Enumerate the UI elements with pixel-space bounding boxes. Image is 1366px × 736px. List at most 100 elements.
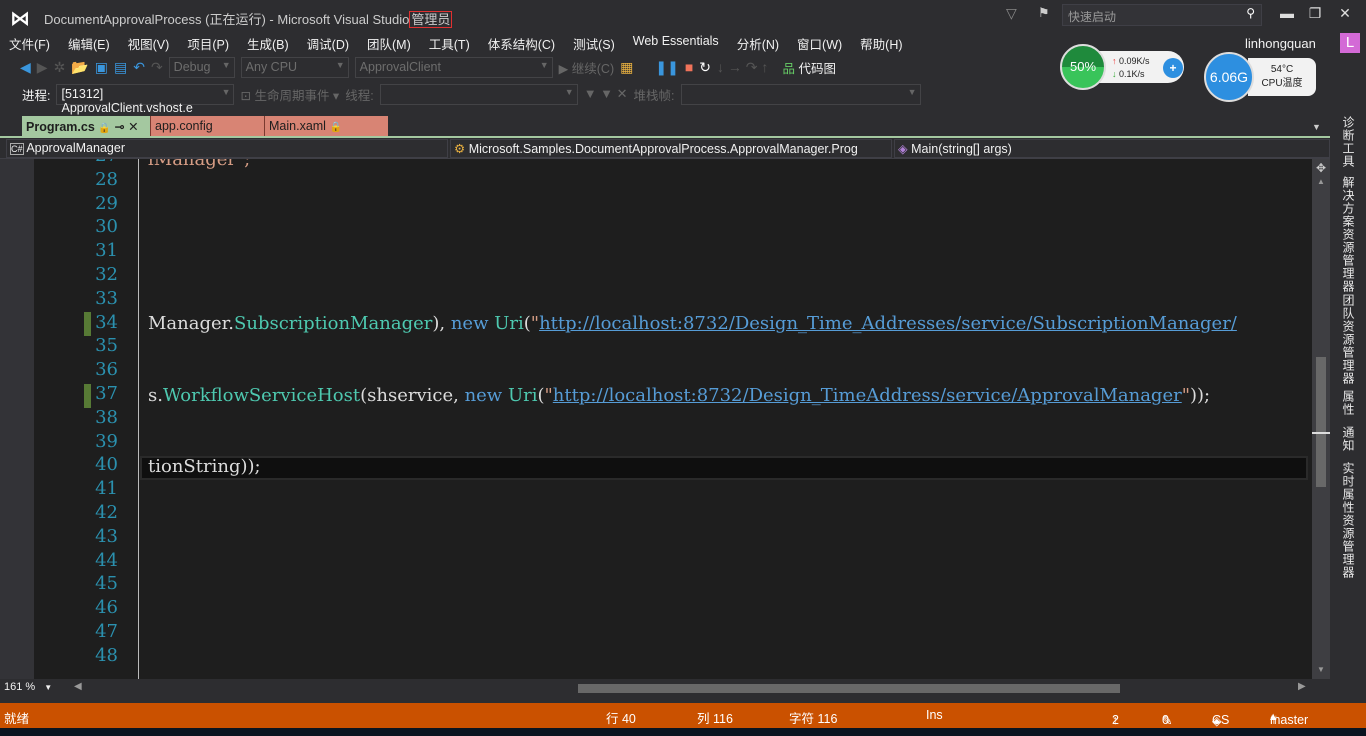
minimize-button[interactable]: ▬ bbox=[1276, 5, 1298, 21]
line-number: 32 bbox=[95, 264, 118, 285]
vertical-scrollbar[interactable]: ✥ ▲ ▼ bbox=[1312, 159, 1330, 679]
search-icon[interactable]: ⚲ bbox=[1246, 6, 1255, 20]
branch-button[interactable]: ⑂ master ▴ bbox=[1270, 708, 1308, 727]
menu-help[interactable]: 帮助(H) bbox=[851, 32, 911, 54]
side-tab-solution-explorer[interactable]: 解决方案资源管理器 bbox=[1340, 176, 1357, 293]
redo-icon[interactable]: ↷ bbox=[151, 59, 163, 76]
upload-arrow-icon: ↑ bbox=[1112, 56, 1117, 66]
tab-app-config[interactable]: app.config bbox=[150, 116, 264, 137]
menu-debug[interactable]: 调试(D) bbox=[298, 32, 358, 54]
line-number: 38 bbox=[95, 406, 118, 428]
side-tab-properties[interactable]: 属性 bbox=[1340, 390, 1357, 416]
upload-speed: 0.09K/s bbox=[1119, 56, 1150, 66]
close-tab-icon[interactable]: ✕ bbox=[128, 120, 138, 134]
save-all-icon[interactable]: ▤ bbox=[114, 59, 127, 76]
process-dropdown[interactable]: [51312] ApprovalClient.vshost.e ▼ bbox=[56, 83, 235, 115]
menu-build[interactable]: 生成(B) bbox=[238, 32, 298, 54]
project-dropdown[interactable]: C# ApprovalManager bbox=[6, 139, 448, 158]
horizontal-scroll-thumb[interactable] bbox=[578, 684, 1120, 693]
csharp-icon: C# bbox=[10, 143, 24, 155]
title-bar: ⋈ DocumentApprovalProcess (正在运行) - Micro… bbox=[0, 0, 1366, 32]
memory-usage-ball[interactable]: 6.06G bbox=[1204, 52, 1254, 102]
stack-frame-dropdown[interactable]: ▼ bbox=[680, 83, 921, 105]
process-value: [51312] ApprovalClient.vshost.e bbox=[61, 86, 193, 115]
thread-dropdown[interactable]: ▼ bbox=[379, 83, 578, 105]
menu-file[interactable]: 文件(F) bbox=[0, 32, 59, 54]
restart-icon[interactable]: ↻ bbox=[699, 59, 711, 76]
scroll-right-icon[interactable]: ▶ bbox=[1298, 681, 1306, 692]
admin-badge: 管理员 bbox=[409, 11, 453, 28]
vertical-scroll-thumb[interactable] bbox=[1316, 357, 1326, 487]
configuration-dropdown[interactable]: Debug ▼ bbox=[168, 56, 235, 78]
menu-analyze[interactable]: 分析(N) bbox=[728, 32, 788, 54]
menu-test[interactable]: 测试(S) bbox=[564, 32, 624, 54]
notifications-icon[interactable]: ⚑ bbox=[1038, 5, 1050, 21]
menu-bar: 文件(F) 编辑(E) 视图(V) 项目(P) 生成(B) 调试(D) 团队(M… bbox=[0, 32, 912, 54]
user-name[interactable]: linhongquan bbox=[1245, 36, 1316, 51]
code-map-button[interactable]: 品 代码图 bbox=[782, 58, 836, 77]
break-all-icon[interactable]: ❚❚ bbox=[655, 59, 678, 76]
code-editor[interactable]: 2728293031323334353637383940414243444546… bbox=[0, 159, 1312, 679]
stop-debugging-icon[interactable]: ■ bbox=[685, 59, 693, 75]
code-keyword: new bbox=[464, 385, 503, 406]
flag-thread-icon[interactable]: ▼ ▼ ✕ bbox=[584, 86, 628, 102]
code-url-link[interactable]: http://localhost:8732/Design_Time_Addres… bbox=[539, 313, 1237, 334]
tab-main-xaml[interactable]: Main.xaml 🔒 bbox=[264, 116, 388, 137]
split-handle-icon[interactable]: ✥ bbox=[1316, 161, 1326, 175]
lifecycle-events-button[interactable]: ⊡ 生命周期事件 ▾ bbox=[240, 85, 339, 104]
side-tab-diagnostic-tools[interactable]: 诊断工具 bbox=[1340, 116, 1357, 168]
tab-overflow-icon[interactable]: ▼ bbox=[1312, 122, 1321, 132]
step-into-icon[interactable]: ↓ → ↷ ↑ bbox=[717, 59, 768, 76]
continue-button[interactable]: ▶ 继续(C) bbox=[559, 58, 614, 77]
line-number: 36 bbox=[95, 359, 118, 381]
browser-link-icon[interactable]: ▦ bbox=[620, 59, 633, 76]
undo-icon[interactable]: ↶ bbox=[133, 59, 145, 76]
platform-dropdown[interactable]: Any CPU ▼ bbox=[240, 56, 349, 78]
memory-temp-widget: 54°C CPU温度 6.06G bbox=[1204, 52, 1316, 102]
member-dropdown[interactable]: ◈ Main(string[] args) bbox=[894, 139, 1330, 158]
accelerate-plus-icon[interactable]: + bbox=[1163, 58, 1183, 78]
menu-window[interactable]: 窗口(W) bbox=[788, 32, 851, 54]
code-map-icon: 品 bbox=[782, 61, 795, 76]
menu-view[interactable]: 视图(V) bbox=[119, 32, 179, 54]
close-button[interactable]: ✕ bbox=[1334, 5, 1356, 22]
open-file-icon[interactable]: 📂 bbox=[71, 59, 88, 76]
save-icon[interactable]: ▣ bbox=[95, 59, 108, 76]
code-text: ), bbox=[432, 313, 451, 334]
scroll-left-icon[interactable]: ◀ bbox=[74, 681, 82, 692]
menu-tools[interactable]: 工具(T) bbox=[420, 32, 479, 54]
tab-program-cs[interactable]: Program.cs 🔒 ⊸ ✕ bbox=[22, 116, 150, 137]
menu-architecture[interactable]: 体系结构(C) bbox=[479, 32, 564, 54]
scroll-down-icon[interactable]: ▼ bbox=[1317, 665, 1325, 674]
side-tab-live-property-explorer[interactable]: 实时属性资源管理器 bbox=[1340, 462, 1357, 579]
startup-project-value: ApprovalClient bbox=[359, 59, 441, 74]
code-text: lManager"; bbox=[148, 159, 251, 170]
side-tab-notifications[interactable]: 通知 bbox=[1340, 426, 1357, 452]
lock-icon: 🔒 bbox=[329, 122, 342, 133]
back-icon[interactable]: ◀ bbox=[20, 59, 31, 76]
side-tab-team-explorer[interactable]: 团队资源管理器 bbox=[1340, 294, 1357, 385]
restore-button[interactable]: ❐ bbox=[1304, 5, 1326, 22]
window-title: DocumentApprovalProcess (正在运行) - Microso… bbox=[44, 9, 453, 28]
feedback-filter-icon[interactable]: ▽ bbox=[1006, 5, 1017, 22]
zoom-level-dropdown[interactable]: 161 % ▼ bbox=[4, 681, 66, 695]
menu-team[interactable]: 团队(M) bbox=[358, 32, 420, 54]
status-line: 行 40 bbox=[606, 712, 636, 726]
cpu-usage-ball[interactable]: 50% bbox=[1060, 44, 1106, 90]
type-dropdown[interactable]: ⚙ Microsoft.Samples.DocumentApprovalProc… bbox=[450, 139, 892, 158]
forward-icon[interactable]: ▶ bbox=[37, 59, 48, 76]
menu-project[interactable]: 项目(P) bbox=[178, 32, 238, 54]
continue-label: 继续(C) bbox=[571, 61, 615, 76]
scroll-up-icon[interactable]: ▲ bbox=[1317, 177, 1325, 186]
avatar[interactable]: L bbox=[1340, 33, 1360, 53]
lifecycle-label: 生命周期事件 bbox=[254, 88, 330, 103]
code-url-link[interactable]: http://localhost:8732/Design_TimeAddress… bbox=[553, 385, 1182, 406]
line-number: 39 bbox=[95, 430, 118, 452]
new-project-icon[interactable]: ✲ bbox=[54, 59, 66, 76]
quick-launch-input[interactable]: 快速启动 ⚲ bbox=[1062, 4, 1262, 26]
pin-icon[interactable]: ⊸ bbox=[114, 120, 124, 134]
startup-project-dropdown[interactable]: ApprovalClient ▼ bbox=[354, 56, 553, 78]
menu-web-essentials[interactable]: Web Essentials bbox=[624, 32, 728, 54]
configuration-value: Debug bbox=[173, 59, 211, 74]
menu-edit[interactable]: 编辑(E) bbox=[59, 32, 119, 54]
